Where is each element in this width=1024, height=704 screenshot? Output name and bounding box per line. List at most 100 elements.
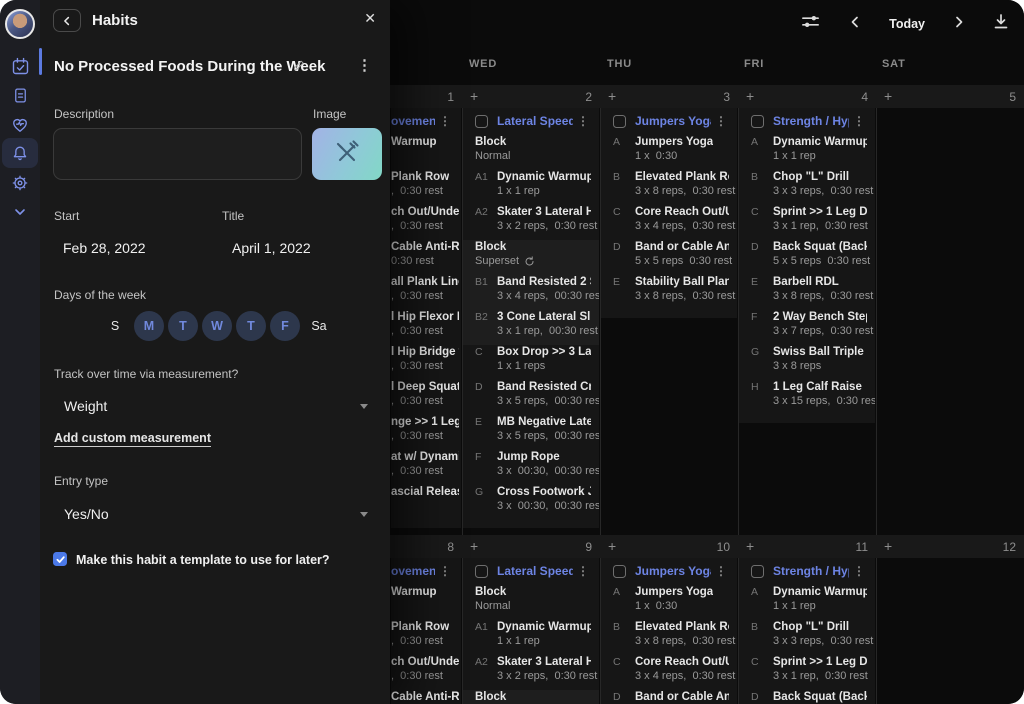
exercise-row[interactable]: AJumpers Yoga1 x 0:30 xyxy=(601,135,737,163)
prev-week-chevron-icon[interactable] xyxy=(848,15,862,34)
next-week-chevron-icon[interactable] xyxy=(952,15,966,34)
exercise-row[interactable]: EStability Ball Plank Linear ...3 x 8 re… xyxy=(601,275,737,303)
day-of-week-toggle[interactable]: F xyxy=(270,311,300,341)
workout-checkbox[interactable] xyxy=(751,115,764,128)
day-of-week-toggle[interactable]: M xyxy=(134,311,164,341)
exercise-row[interactable]: ADynamic Warmup1 x 1 rep xyxy=(739,135,875,163)
workout-menu-icon[interactable]: ⋮ xyxy=(577,564,589,578)
workout-checkbox[interactable] xyxy=(613,115,626,128)
exercise-row[interactable]: Plank Row, 0:30 rest xyxy=(391,170,461,198)
sidebar-expand[interactable] xyxy=(2,197,38,226)
measurement-select[interactable]: Weight xyxy=(64,398,390,414)
add-entry-button[interactable]: + xyxy=(608,88,616,104)
add-entry-button[interactable]: + xyxy=(470,538,478,554)
workout-menu-icon[interactable]: ⋮ xyxy=(715,114,727,128)
back-button[interactable] xyxy=(53,9,81,32)
exercise-row[interactable]: B1Band Resisted 2 Step Late...3 x 4 reps… xyxy=(463,275,599,303)
add-entry-button[interactable]: + xyxy=(884,538,892,554)
add-entry-button[interactable]: + xyxy=(746,88,754,104)
exercise-row[interactable]: EBarbell RDL3 x 8 reps, 0:30 rest xyxy=(739,275,875,303)
exercise-row[interactable]: H1 Leg Calf Raise3 x 15 reps, 0:30 rest xyxy=(739,380,875,408)
sidebar-item-settings[interactable] xyxy=(2,168,38,197)
workout-card[interactable]: Jumpers Yoga / Core⋮AJumpers Yoga1 x 0:3… xyxy=(601,108,737,318)
start-date-value[interactable]: Feb 28, 2022 xyxy=(63,240,146,256)
edit-pencil-icon[interactable] xyxy=(292,58,306,77)
workout-card[interactable]: Strength / Hypertro...⋮ADynamic Warmup1 … xyxy=(739,108,875,423)
day-of-week-toggle[interactable]: W xyxy=(202,311,232,341)
exercise-row[interactable]: A2Skater 3 Lateral Hops >> ...3 x 2 reps… xyxy=(463,205,599,233)
sidebar-item-notifications[interactable] xyxy=(2,138,38,168)
today-button[interactable]: Today xyxy=(889,17,925,31)
exercise-row[interactable]: all Plank Linear ..., 0:30 rest xyxy=(391,275,461,303)
exercise-row[interactable]: nge >> 1 Leg St..., 0:30 rest xyxy=(391,415,461,443)
exercise-row[interactable]: EMB Negative Lateral Hop...3 x 5 reps, 0… xyxy=(463,415,599,443)
exercise-row[interactable]: BElevated Plank Row3 x 8 reps, 0:30 rest xyxy=(601,620,737,648)
workout-card[interactable]: ovement Q...⋮WarmupPlank Row, 0:30 restc… xyxy=(391,558,461,704)
close-icon[interactable]: ✕ xyxy=(364,10,376,27)
exercise-row[interactable]: l Hip Flexor Rais..., 0:30 rest xyxy=(391,310,461,338)
exercise-row[interactable]: CCore Reach Out/Under3 x 4 reps, 0:30 re… xyxy=(601,655,737,683)
workout-card[interactable]: Lateral Speed / Plyo⋮BlockNormalA1Dynami… xyxy=(463,558,599,704)
add-entry-button[interactable]: + xyxy=(470,88,478,104)
day-of-week-toggle[interactable]: T xyxy=(236,311,266,341)
workout-menu-icon[interactable]: ⋮ xyxy=(853,114,865,128)
exercise-row[interactable]: A1Dynamic Warmup1 x 1 rep xyxy=(463,170,599,198)
exercise-row[interactable]: BChop "L" Drill3 x 3 reps, 0:30 rest xyxy=(739,620,875,648)
exercise-row[interactable]: ch Out/Under, 0:30 rest xyxy=(391,655,461,683)
template-checkbox[interactable] xyxy=(53,552,67,566)
end-date-value[interactable]: April 1, 2022 xyxy=(232,240,311,256)
workout-menu-icon[interactable]: ⋮ xyxy=(439,564,451,578)
exercise-row[interactable]: Warmup xyxy=(391,585,461,613)
exercise-row[interactable]: Cable Anti-Rotati...0:30 rest xyxy=(391,240,461,268)
exercise-row[interactable]: A2Skater 3 Lateral Hops >> ...3 x 2 reps… xyxy=(463,655,599,683)
filter-sliders-icon[interactable] xyxy=(800,11,821,37)
workout-menu-icon[interactable]: ⋮ xyxy=(715,564,727,578)
workout-menu-icon[interactable]: ⋮ xyxy=(853,564,865,578)
workout-checkbox[interactable] xyxy=(751,565,764,578)
exercise-row[interactable]: FJump Rope3 x 00:30, 00:30 rest xyxy=(463,450,599,478)
workout-card[interactable]: Jumpers Yoga / Core⋮AJumpers Yoga1 x 0:3… xyxy=(601,558,737,704)
day-of-week-toggle[interactable]: S xyxy=(100,311,130,341)
exercise-row[interactable]: Warmup xyxy=(391,135,461,163)
exercise-row[interactable]: CCore Reach Out/Under3 x 4 reps, 0:30 re… xyxy=(601,205,737,233)
workout-checkbox[interactable] xyxy=(475,565,488,578)
exercise-row[interactable]: Cable Anti-Rotati... xyxy=(391,690,461,704)
exercise-row[interactable]: BChop "L" Drill3 x 3 reps, 0:30 rest xyxy=(739,170,875,198)
exercise-row[interactable]: DBand or Cable Anti Rotati...5 x 5 reps … xyxy=(601,690,737,704)
exercise-row[interactable]: at w/ Dynamic P..., 0:30 rest xyxy=(391,450,461,478)
sidebar-item-notes[interactable] xyxy=(2,81,38,110)
user-avatar[interactable] xyxy=(5,9,35,39)
exercise-row[interactable]: DBand or Cable Anti Rotati...5 x 5 reps … xyxy=(601,240,737,268)
exercise-row[interactable]: DBack Squat (Back Off Set)5 x 5 reps 0:3… xyxy=(739,690,875,704)
exercise-row[interactable]: GSwiss Ball Triple Threat3 x 8 reps xyxy=(739,345,875,373)
exercise-row[interactable]: AJumpers Yoga1 x 0:30 xyxy=(601,585,737,613)
exercise-row[interactable]: l Hip Bridge w/ ..., 0:30 rest xyxy=(391,345,461,373)
entry-type-select[interactable]: Yes/No xyxy=(64,506,390,522)
workout-card[interactable]: ovement Q...⋮WarmupPlank Row, 0:30 restc… xyxy=(391,108,461,528)
exercise-row[interactable]: DBack Squat (Back Off Set)5 x 5 reps 0:3… xyxy=(739,240,875,268)
exercise-row[interactable]: B23 Cone Lateral Slide3 x 1 rep, 00:30 r… xyxy=(463,310,599,338)
add-entry-button[interactable]: + xyxy=(608,538,616,554)
habit-image-tile[interactable] xyxy=(312,128,382,180)
exercise-row[interactable]: ch Out/Under, 0:30 rest xyxy=(391,205,461,233)
workout-menu-icon[interactable]: ⋮ xyxy=(439,114,451,128)
exercise-row[interactable]: CSprint >> 1 Leg Declarations3 x 1 rep, … xyxy=(739,655,875,683)
workout-card[interactable]: Lateral Speed / Plyo⋮BlockNormalA1Dynami… xyxy=(463,108,599,528)
exercise-row[interactable]: A1Dynamic Warmup1 x 1 rep xyxy=(463,620,599,648)
workout-checkbox[interactable] xyxy=(475,115,488,128)
workout-card[interactable]: Strength / Hypertro...⋮ADynamic Warmup1 … xyxy=(739,558,875,704)
workout-menu-icon[interactable]: ⋮ xyxy=(577,114,589,128)
add-entry-button[interactable]: + xyxy=(884,88,892,104)
day-of-week-toggle[interactable]: T xyxy=(168,311,198,341)
sidebar-item-calendar[interactable] xyxy=(2,52,38,81)
description-input[interactable] xyxy=(53,128,302,180)
exercise-row[interactable]: Plank Row, 0:30 rest xyxy=(391,620,461,648)
sidebar-item-health[interactable] xyxy=(2,110,38,139)
exercise-row[interactable]: F2 Way Bench Step Up3 x 7 reps, 0:30 res… xyxy=(739,310,875,338)
exercise-row[interactable]: CSprint >> 1 Leg Declarations3 x 1 rep, … xyxy=(739,205,875,233)
day-of-week-toggle[interactable]: Sa xyxy=(304,311,334,341)
add-entry-button[interactable]: + xyxy=(746,538,754,554)
add-custom-measurement-link[interactable]: Add custom measurement xyxy=(54,431,211,447)
download-icon[interactable] xyxy=(993,13,1009,35)
habit-menu-icon[interactable]: ⋮ xyxy=(357,56,372,74)
